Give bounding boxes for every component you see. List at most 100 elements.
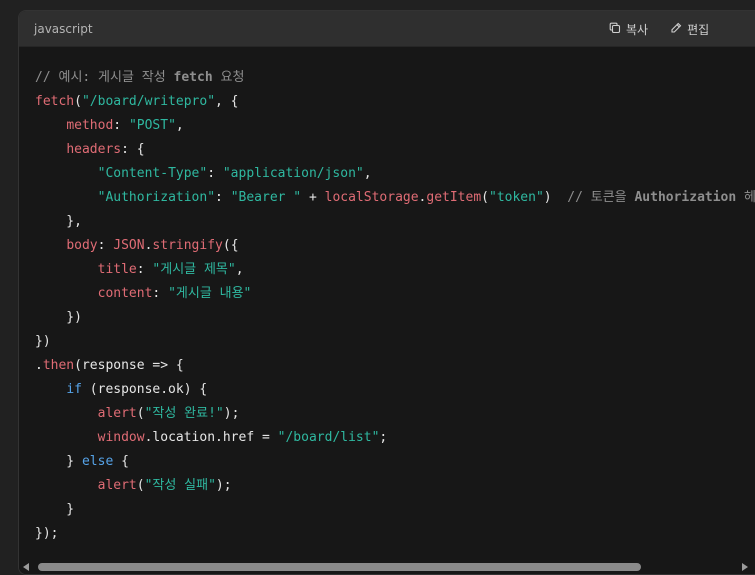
- code-token: // 예시: 게시글 작성: [35, 70, 174, 85]
- code-token: (: [74, 94, 82, 109]
- code-token: if: [66, 382, 82, 397]
- code-token: },: [35, 214, 82, 229]
- edit-label: 편집: [687, 22, 710, 37]
- code-token: }): [35, 334, 51, 349]
- copy-icon: [609, 22, 621, 37]
- code-block: javascript 복사 편집 // 예시: 게시글 작성 fetch 요청 …: [18, 10, 755, 575]
- code-token: ,: [363, 166, 372, 181]
- code-line: alert("작성 실패");: [35, 474, 755, 498]
- code-token: "게시글 내용": [168, 286, 252, 301]
- code-token: "작성 실패": [144, 478, 216, 493]
- code-token: }: [35, 454, 82, 469]
- code-token: }: [35, 502, 75, 517]
- code-content[interactable]: // 예시: 게시글 작성 fetch 요청 fetch("/board/writ…: [19, 47, 755, 560]
- code-token: method: [66, 118, 114, 133]
- code-token: title: [97, 262, 137, 277]
- code-token: : {: [121, 142, 145, 157]
- code-line: fetch("/board/writepro", {: [35, 90, 755, 114]
- code-token: "Authorization": [97, 190, 216, 205]
- code-token: (: [481, 190, 489, 205]
- code-token: // 토큰을: [567, 190, 635, 205]
- code-token: "Bearer ": [230, 190, 302, 205]
- code-token: .location.href =: [144, 430, 278, 445]
- code-token: (: [136, 406, 145, 421]
- code-token: alert: [97, 478, 137, 493]
- code-token: alert: [97, 406, 137, 421]
- code-header: javascript 복사 편집: [19, 11, 755, 47]
- code-token: "게시글 제목": [152, 262, 236, 277]
- code-line: if (response.ok) {: [35, 378, 755, 402]
- code-token: JSON: [113, 238, 145, 253]
- code-token: "/board/list": [277, 430, 380, 445]
- code-line: });: [35, 522, 755, 546]
- code-line: body: JSON.stringify({: [35, 234, 755, 258]
- code-line: "Content-Type": "application/json",: [35, 162, 755, 186]
- code-token: "작성 완료!": [144, 406, 224, 421]
- code-token: headers: [66, 142, 122, 157]
- code-token: "POST": [128, 118, 176, 133]
- code-line: }): [35, 330, 755, 354]
- code-token: body: [66, 238, 98, 253]
- code-token: "token": [489, 190, 544, 205]
- copy-button[interactable]: 복사: [609, 21, 648, 38]
- code-token: ): [543, 190, 568, 205]
- code-token: window: [97, 430, 145, 445]
- code-token: :: [136, 262, 153, 277]
- code-line: // 예시: 게시글 작성 fetch 요청: [35, 66, 755, 90]
- code-token: (response.ok) {: [81, 382, 208, 397]
- code-token: ,: [175, 118, 184, 133]
- code-token: getItem: [426, 190, 482, 205]
- code-line: alert("작성 완료!");: [35, 402, 755, 426]
- code-token: }): [35, 310, 82, 325]
- code-line: "Authorization": "Bearer " + localStorag…: [35, 186, 755, 210]
- code-token: :: [152, 286, 169, 301]
- code-line: } else {: [35, 450, 755, 474]
- code-line: headers: {: [35, 138, 755, 162]
- scrollbar-thumb[interactable]: [38, 563, 641, 571]
- horizontal-scrollbar[interactable]: [19, 560, 755, 574]
- language-label: javascript: [34, 21, 93, 36]
- code-token: 헤: [736, 190, 755, 205]
- code-token: {: [113, 454, 129, 469]
- code-line: }): [35, 306, 755, 330]
- code-token: ({: [222, 238, 239, 253]
- code-token: });: [35, 526, 59, 541]
- code-token: , {: [215, 94, 239, 109]
- code-token: localStorage: [324, 190, 419, 205]
- code-token: "application/json": [222, 166, 364, 181]
- code-token: "Content-Type": [97, 166, 208, 181]
- code-token: :: [97, 238, 114, 253]
- code-line: title: "게시글 제목",: [35, 258, 755, 282]
- code-actions: 복사 편집: [609, 11, 709, 47]
- edit-button[interactable]: 편집: [670, 21, 709, 38]
- code-token: );: [215, 478, 232, 493]
- code-token: Authorization: [634, 190, 737, 205]
- code-token: ;: [379, 430, 388, 445]
- scroll-left-arrow-icon[interactable]: [23, 563, 29, 571]
- copy-label: 복사: [626, 22, 649, 37]
- code-line: },: [35, 210, 755, 234]
- code-token: .: [35, 358, 43, 373]
- code-line: method: "POST",: [35, 114, 755, 138]
- code-token: 요청: [212, 70, 245, 85]
- code-token: fetch: [173, 70, 213, 85]
- code-token: fetch: [35, 94, 75, 109]
- code-token: +: [301, 190, 325, 205]
- code-token: ,: [235, 262, 244, 277]
- code-token: :: [113, 118, 129, 133]
- code-line: content: "게시글 내용": [35, 282, 755, 306]
- code-token: content: [97, 286, 153, 301]
- code-token: (response => {: [74, 358, 184, 373]
- scroll-right-arrow-icon[interactable]: [742, 563, 748, 571]
- code-token: :: [207, 166, 223, 181]
- code-token: else: [81, 454, 114, 469]
